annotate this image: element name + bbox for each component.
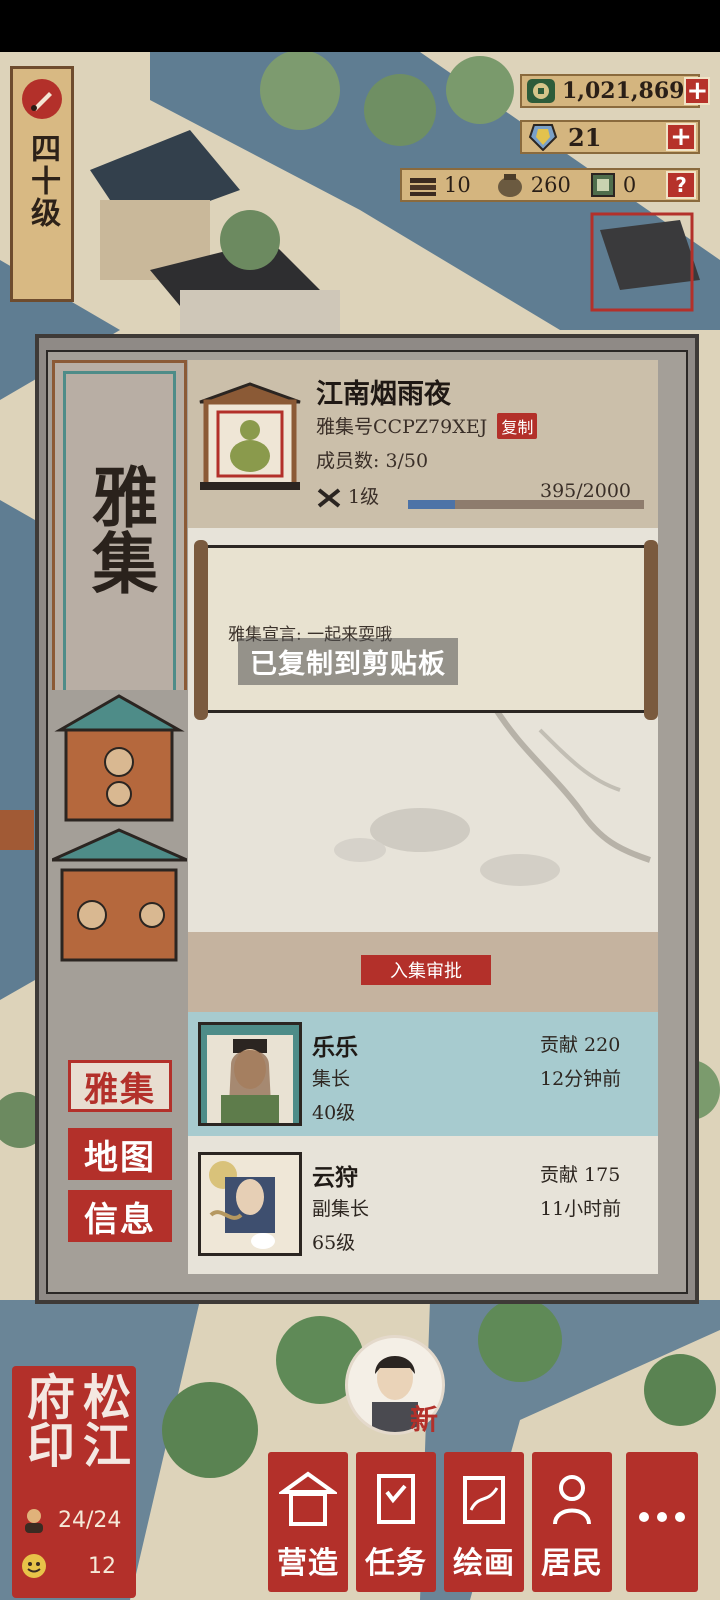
gems-bar: 21 +	[520, 120, 700, 154]
player-level-plaque[interactable]: 四十级	[10, 66, 74, 302]
add-gems-button[interactable]: +	[666, 122, 696, 152]
pavilion-decoration-icon	[52, 690, 187, 990]
brush-emblem-icon	[22, 79, 62, 119]
side-title-text: 雅集	[81, 463, 159, 595]
status-bar	[0, 0, 720, 52]
resident-icon	[553, 1475, 591, 1525]
scroll-painting-icon	[463, 1476, 505, 1524]
tasks-button[interactable]: 任务	[356, 1452, 436, 1592]
member-role: 副集长	[312, 1198, 370, 1220]
clan-level-row: 1级	[316, 482, 379, 509]
scroll-rod-right	[644, 540, 658, 720]
build-button-label: 营造	[277, 1546, 339, 1581]
prefecture-seal[interactable]: 松江府印 24/24 12	[12, 1366, 136, 1598]
add-coins-button[interactable]: +	[684, 76, 711, 106]
member-role: 集长	[312, 1068, 351, 1090]
clan-id: 雅集号CCPZ79XEJ	[316, 416, 488, 438]
member-name: 云狩	[312, 1164, 358, 1191]
population-value: 24/24	[58, 1508, 122, 1533]
tab-clan[interactable]: 雅集	[68, 1060, 172, 1112]
more-button[interactable]	[626, 1452, 698, 1592]
clan-members-count: 成员数: 3/50	[316, 450, 429, 472]
member-level: 40级	[312, 1102, 356, 1124]
member-row[interactable]: 云狩 副集长 65级 贡献 175 11小时前	[188, 1142, 658, 1266]
tasks-button-label: 任务	[365, 1546, 427, 1581]
coins-bar: 1,021,869 +	[520, 74, 711, 108]
notes-value: 0	[622, 173, 637, 197]
crossed-tools-icon	[316, 487, 342, 509]
happiness-icon	[20, 1552, 48, 1580]
member-level: 65级	[312, 1232, 356, 1254]
scroll-rod-left	[194, 540, 208, 720]
tab-map[interactable]: 地图	[68, 1128, 172, 1180]
member-contribution: 贡献 175	[540, 1164, 621, 1186]
clan-emblem-icon	[199, 382, 301, 490]
residents-button-label: 居民	[541, 1546, 603, 1581]
new-badge: 新	[410, 1403, 439, 1436]
member-row[interactable]: 乐乐 集长 40级 贡献 220 12分钟前	[188, 1012, 658, 1136]
clan-exp-fill	[408, 500, 455, 509]
build-button[interactable]: 营造	[268, 1452, 348, 1592]
copied-toast: 已复制到剪贴板	[238, 638, 458, 685]
copy-id-button[interactable]: 复制	[497, 413, 538, 439]
clan-level: 1级	[348, 486, 380, 508]
wood-value: 10	[444, 173, 471, 197]
member-contribution: 贡献 220	[540, 1034, 621, 1056]
join-approval-button[interactable]: 入集审批	[361, 955, 491, 985]
banknote-icon	[589, 172, 617, 198]
clan-id-row: 雅集号CCPZ79XEJ 复制	[316, 412, 538, 439]
pavilion-icon	[279, 1471, 337, 1526]
population-icon	[20, 1506, 48, 1534]
gems-value: 21	[568, 122, 602, 152]
grain-sack-icon	[495, 172, 525, 198]
residents-button[interactable]: 居民	[532, 1452, 612, 1592]
book-icon	[377, 1474, 415, 1524]
happiness-value: 12	[88, 1554, 116, 1579]
grain-value: 260	[530, 173, 571, 197]
member-name: 乐乐	[312, 1034, 358, 1061]
member-avatar	[198, 1022, 302, 1126]
clan-exp-text: 395/2000	[540, 480, 632, 502]
member-avatar	[198, 1152, 302, 1256]
jade-gem-icon	[528, 123, 558, 152]
member-last-active: 12分钟前	[540, 1068, 622, 1090]
more-dots-icon	[639, 1512, 685, 1522]
seal-text: 松江府印	[18, 1372, 130, 1468]
help-button[interactable]: ?	[666, 171, 696, 199]
coin-icon	[526, 78, 556, 104]
member-last-active: 11小时前	[540, 1198, 622, 1220]
painting-button-label: 绘画	[453, 1546, 515, 1581]
painting-button[interactable]: 绘画	[444, 1452, 524, 1592]
ink-landscape-decoration	[334, 698, 651, 886]
clan-name: 江南烟雨夜	[316, 379, 451, 410]
tab-info[interactable]: 信息	[68, 1190, 172, 1242]
resources-bar: 10 260 0 ?	[400, 168, 700, 202]
panel-side-title: 雅集	[52, 360, 187, 724]
coins-value: 1,021,869	[562, 78, 685, 104]
player-level-label: 四十级	[25, 133, 60, 229]
wood-icon	[408, 172, 438, 198]
